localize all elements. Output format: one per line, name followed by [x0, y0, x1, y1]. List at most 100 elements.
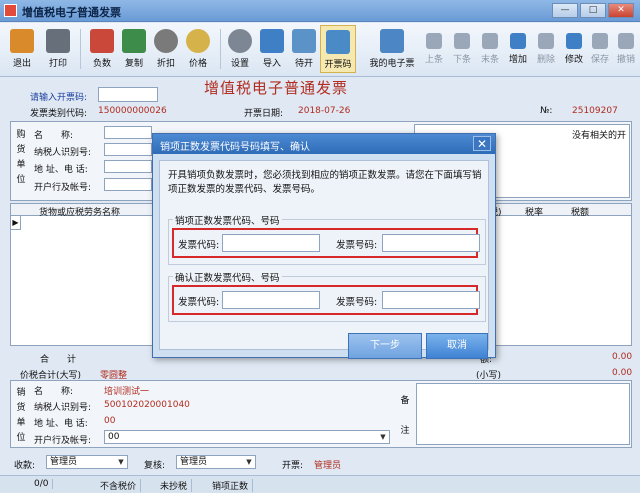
check-icon: [592, 33, 608, 49]
import-label: 导入: [262, 59, 281, 69]
dialog-body: 开具销项负数发票时，您必须找到相应的销项正数发票。请您在下面填写销项正数发票的发…: [159, 160, 489, 359]
undo-label: 撤销: [616, 55, 635, 65]
save-button[interactable]: 保存: [586, 25, 614, 73]
invoice-number-field[interactable]: [382, 234, 480, 252]
price-button[interactable]: 价格: [180, 25, 216, 73]
buyer-side-char: 货: [16, 145, 26, 155]
window-title: 增值税电子普通发票: [22, 6, 121, 19]
copy-button[interactable]: 复制: [116, 25, 152, 73]
close-window-button[interactable]: ✕: [608, 3, 634, 18]
payee-select[interactable]: 管理员 ▼: [46, 455, 128, 469]
add-label: 增加: [508, 55, 527, 65]
invoice-code-icon: [326, 30, 350, 54]
status-copy-state: 未抄税: [156, 479, 193, 492]
exit-button[interactable]: 退出: [4, 25, 40, 73]
confirm-code-field[interactable]: [222, 291, 320, 309]
seller-side-char: 单: [16, 418, 26, 428]
note-spacer: [398, 409, 412, 424]
confirm-invoice-group-title: 确认正数发票代码、号码: [173, 270, 282, 284]
save-label: 保存: [590, 55, 609, 65]
buyer-name-input[interactable]: [104, 126, 152, 139]
review-select[interactable]: 管理员 ▼: [176, 455, 256, 469]
undo-button[interactable]: 撤销: [612, 25, 640, 73]
dialog-description: 开具销项负数发票时，您必须找到相应的销项正数发票。请您在下面填写销项正数发票的发…: [168, 170, 482, 195]
note-side-label: 备 注: [398, 394, 412, 439]
next-record-label: 下条: [452, 55, 471, 65]
arrow-left-icon: [426, 33, 442, 49]
minimize-button[interactable]: —: [552, 3, 578, 18]
last-record-button[interactable]: 末条: [476, 25, 504, 73]
confirm-number-field[interactable]: [382, 291, 480, 309]
edit-icon: [566, 33, 582, 49]
next-record-button[interactable]: 下条: [448, 25, 476, 73]
buyer-right-note: 没有相关的开: [572, 131, 627, 141]
seller-side-char: 位: [16, 433, 26, 443]
discount-label: 折扣: [156, 59, 175, 69]
note-textarea[interactable]: [416, 383, 630, 445]
buyer-side-char: 单: [16, 160, 26, 170]
prev-record-button[interactable]: 上条: [420, 25, 448, 73]
buyer-tax-label: 纳税人识别号:: [34, 148, 92, 158]
print-button[interactable]: 打印: [40, 25, 76, 73]
undo-icon: [618, 33, 634, 49]
note-side-char: 注: [400, 426, 410, 436]
buyer-tax-input[interactable]: [104, 143, 152, 156]
settings-button[interactable]: 设置: [222, 25, 258, 73]
delete-label: 删除: [536, 55, 555, 65]
printer-icon: [46, 29, 70, 53]
invoice-code-label: 发票代码:: [178, 240, 220, 251]
payee-label: 收款:: [14, 461, 36, 471]
seller-tax-value: 500102020001040: [104, 400, 190, 410]
edit-button[interactable]: 修改: [560, 25, 588, 73]
arrow-end-icon: [482, 33, 498, 49]
buyer-bank-input[interactable]: [104, 178, 152, 191]
sum-label: 合 计: [40, 355, 77, 365]
type-code-label: 发票类别代码:: [30, 109, 88, 119]
pending-label: 待开: [294, 59, 313, 69]
seller-tax-label: 纳税人识别号:: [34, 403, 92, 413]
my-e-invoice-button[interactable]: 我的电子票: [366, 25, 418, 73]
print-label: 打印: [48, 59, 67, 69]
buyer-addr-input[interactable]: [104, 160, 152, 173]
buyer-side-char: 购: [16, 130, 26, 140]
payee-value: 管理员: [50, 457, 78, 467]
seller-addr-value: 00: [104, 416, 116, 426]
date-value: 2018-07-26: [298, 106, 351, 116]
dialog-close-button[interactable]: ✕: [473, 136, 491, 151]
app-icon: [4, 4, 17, 17]
exit-label: 退出: [12, 59, 31, 69]
negative-button[interactable]: 负数: [84, 25, 120, 73]
original-invoice-group: 销项正数发票代码、号码 发票代码: 发票号码:: [168, 213, 486, 265]
invoice-code-button[interactable]: 开票码: [320, 25, 356, 73]
invoice-code-input[interactable]: [98, 87, 158, 102]
pending-button[interactable]: 待开: [286, 25, 322, 73]
seller-side-char: 货: [16, 403, 26, 413]
drawer-label: 开票:: [282, 461, 304, 471]
folder-icon: [380, 29, 404, 53]
negative-icon: [90, 29, 114, 53]
confirm-invoice-group: 确认正数发票代码、号码 发票代码: 发票号码:: [168, 270, 486, 322]
dialog-title-bar: 销项正数发票代码号码填写、确认 ✕: [153, 134, 495, 154]
seller-bank-value: 00: [108, 432, 120, 442]
seller-name-value: 培训测试一: [104, 387, 150, 397]
invoice-code-field[interactable]: [222, 234, 320, 252]
add-button[interactable]: 增加: [504, 25, 532, 73]
maximize-button[interactable]: □: [580, 3, 606, 18]
buyer-bank-label: 开户行及帐号:: [34, 183, 92, 193]
buyer-addr-label: 地 址、电 话:: [34, 165, 88, 175]
negative-label: 负数: [92, 59, 111, 69]
chevron-down-icon: ▼: [380, 433, 386, 441]
review-label: 复核:: [144, 461, 166, 471]
drawer-value: 管理员: [314, 461, 342, 471]
seller-side-char: 销: [16, 388, 26, 398]
status-bar: 0/0 不含税价 未抄税 销项正数: [0, 475, 640, 493]
import-button[interactable]: 导入: [254, 25, 290, 73]
row-pointer-icon: ▶: [11, 216, 21, 230]
seller-bank-select[interactable]: 00 ▼: [104, 430, 390, 444]
status-price-mode: 不含税价: [96, 479, 142, 492]
next-step-button[interactable]: 下一步: [348, 333, 422, 359]
cancel-button[interactable]: 取消: [426, 333, 488, 359]
delete-button[interactable]: 删除: [532, 25, 560, 73]
discount-button[interactable]: 折扣: [148, 25, 184, 73]
status-invoice-kind: 销项正数: [208, 479, 254, 492]
